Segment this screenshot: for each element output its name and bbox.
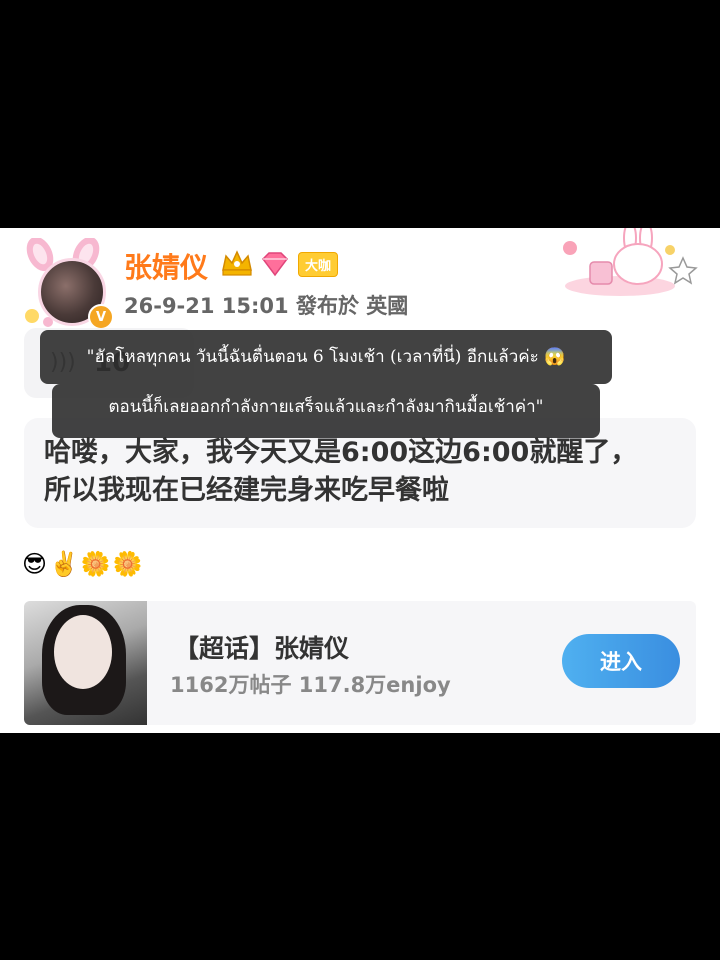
emoji-row: 😎✌️🌼🌼 [22, 550, 145, 578]
username[interactable]: 张婧仪 [124, 246, 208, 286]
post-text-line-2: 所以我现在已经建完身来吃早餐啦 [44, 475, 449, 506]
super-topic-card[interactable]: 【超话】张婧仪 1162万帖子 117.8万enjoy 进入 [24, 601, 696, 725]
vip-badge: 大咖 [298, 252, 339, 277]
weibo-post-card: V 张婧仪 大咖 26-9-21 15:01 發布於 英國 ))) 10 哈喽，… [0, 228, 720, 733]
topic-title: 【超话】张婧仪 [174, 634, 350, 663]
topic-stats: 1162万帖子 117.8万enjoy [170, 673, 451, 697]
topic-thumbnail [24, 601, 147, 725]
crown-icon [222, 250, 252, 276]
bunny-sticker-icon [563, 228, 698, 296]
post-text: 哈喽，大家，我今天又是6:00这边6:00就醒了， 所以我现在已经建完身来吃早餐… [44, 434, 674, 510]
diamond-level-icon [262, 252, 288, 277]
enter-button[interactable]: 进入 [562, 634, 680, 688]
post-text-line-1: 哈喽，大家，我今天又是6:00这边6:00就醒了， [44, 437, 638, 468]
post-meta: 26-9-21 15:01 發布於 英國 [124, 294, 409, 318]
avatar-frame[interactable]: V [18, 238, 114, 330]
verified-badge-icon: V [88, 304, 114, 330]
subtitle-line-1: "ฮัลโหลทุกคน วันนี้ฉันตื่นตอน 6 โมงเช้า … [40, 330, 612, 384]
subtitle-line-2: ตอนนี้ก็เลยออกกำลังกายเสร็จแล้วและกำลังม… [52, 384, 600, 438]
